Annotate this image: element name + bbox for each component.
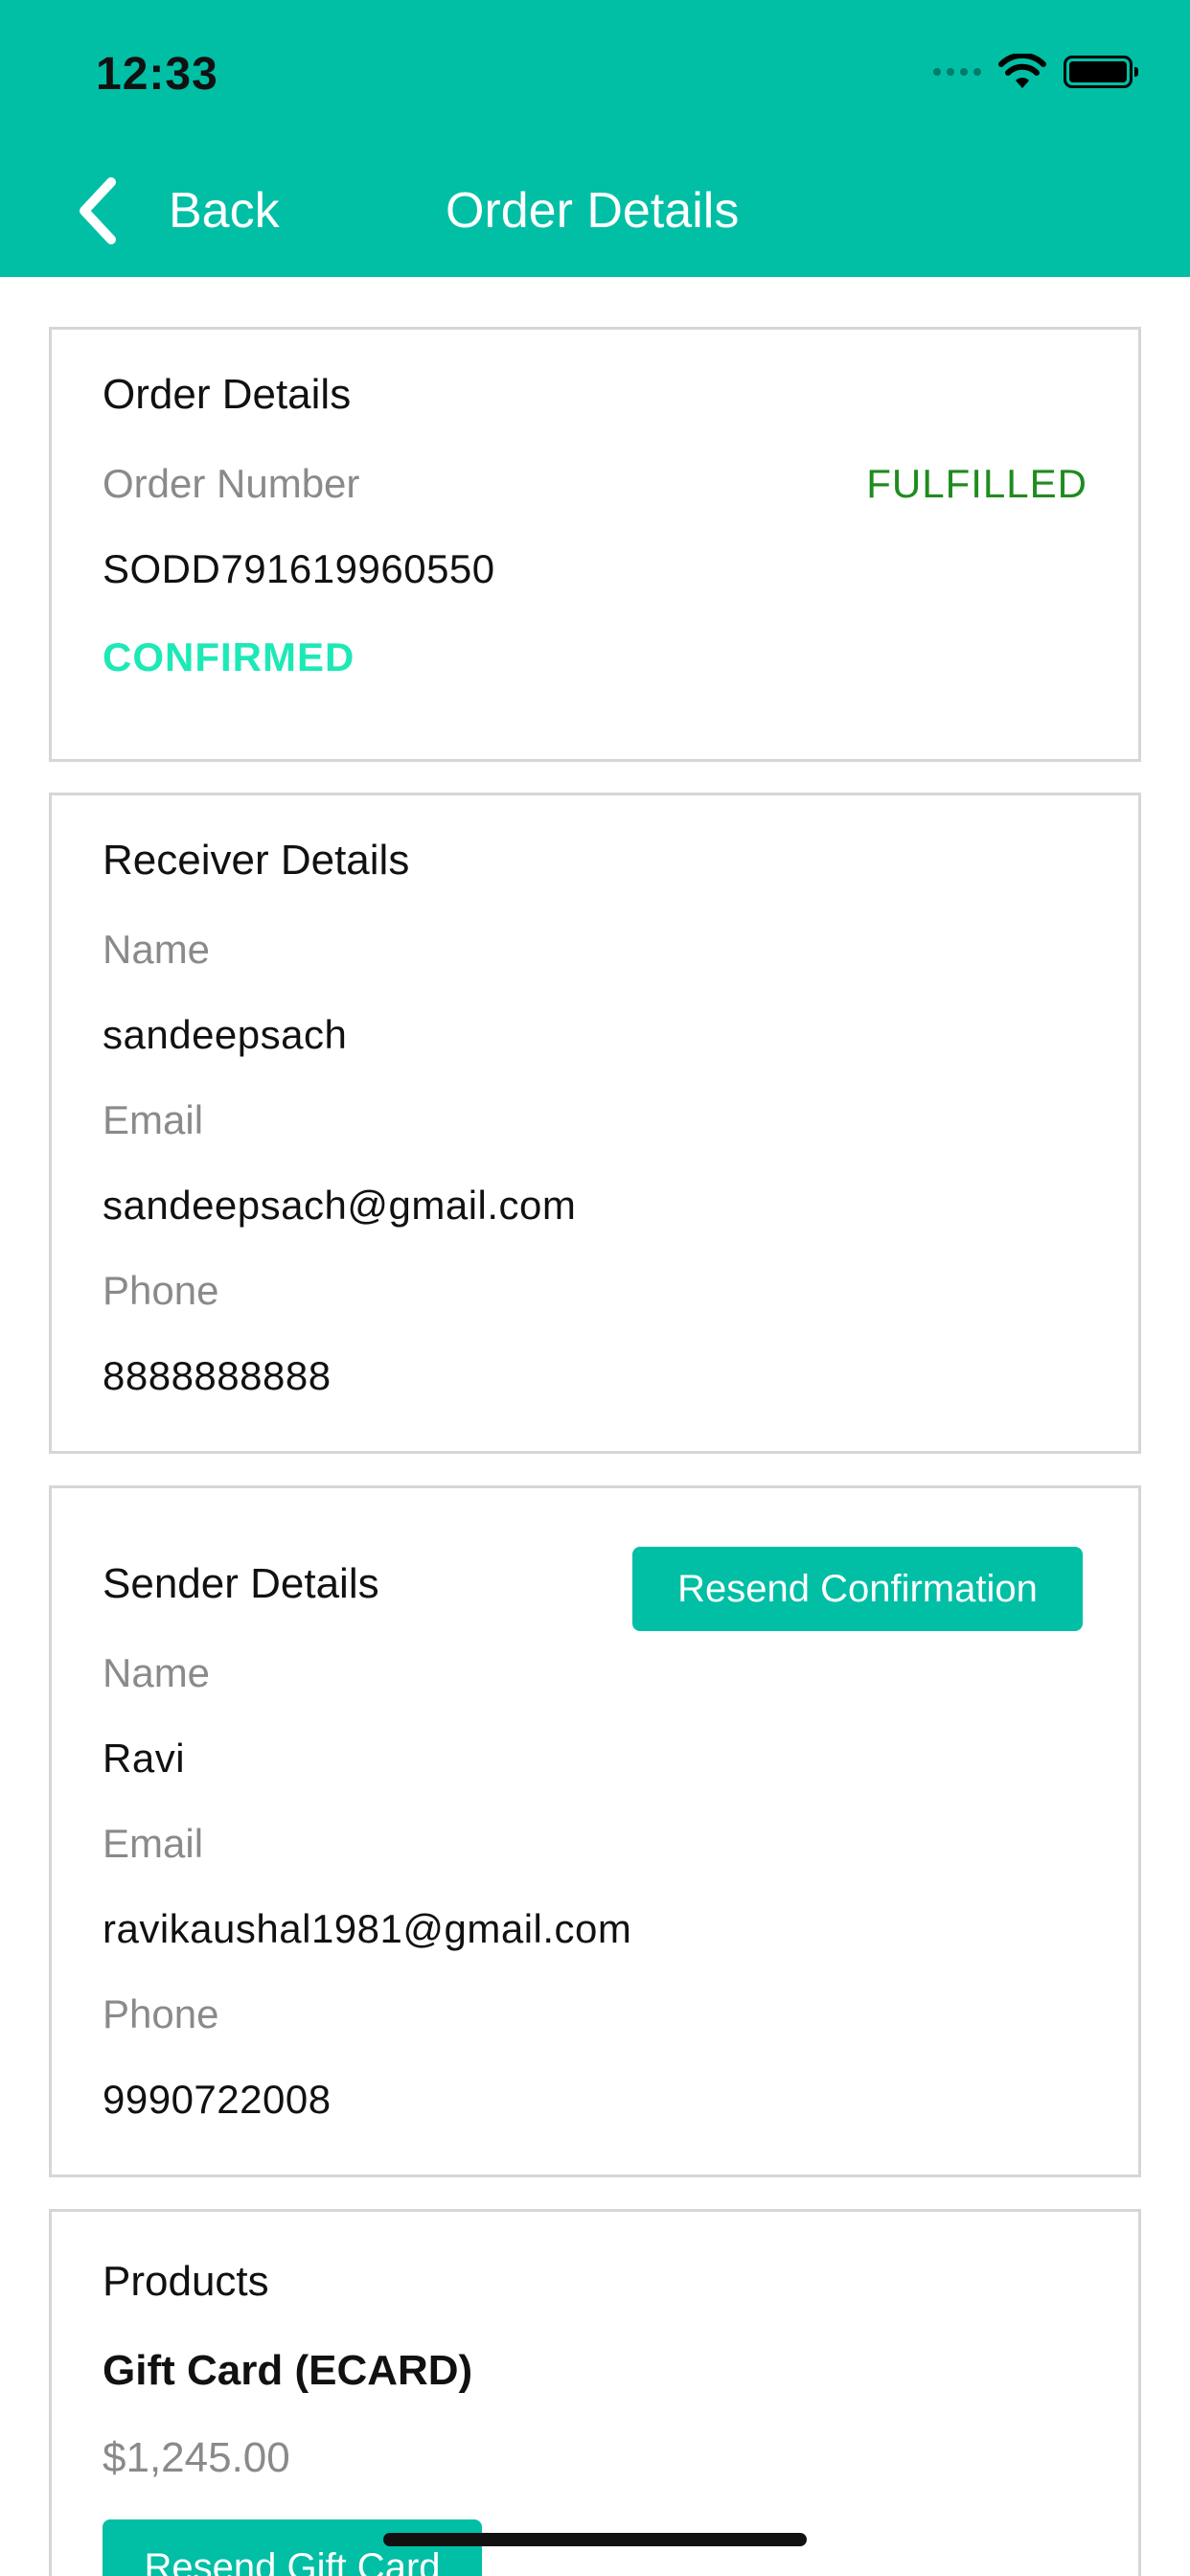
sender-phone-label: Phone [103,1991,219,2036]
sender-email-label: Email [103,1821,204,1866]
chevron-left-icon [80,177,116,244]
wifi-icon [998,54,1046,88]
back-label: Back [169,183,280,239]
product-price: $1,245.00 [103,2434,290,2481]
cellular-signal-icon [933,68,981,76]
sender-details-card: Sender Details Resend Confirmation Name … [49,1485,1141,2177]
sender-details-title: Sender Details [103,1560,379,1607]
receiver-details-title: Receiver Details [103,837,410,884]
resend-confirmation-button[interactable]: Resend Confirmation [632,1547,1083,1631]
sender-email-value: ravikaushal1981@gmail.com [103,1906,632,1951]
product-name: Gift Card (ECARD) [103,2347,473,2394]
page-title: Order Details [446,183,740,239]
products-card: Products Gift Card (ECARD) $1,245.00 Res… [49,2209,1141,2576]
confirmation-status: CONFIRMED [103,634,355,679]
receiver-phone-value: 8888888888 [103,1353,332,1398]
sender-phone-value: 9990722008 [103,2077,332,2122]
home-indicator [383,2533,807,2546]
order-number-label: Order Number [103,461,360,506]
receiver-name-label: Name [103,927,211,972]
sender-name-value: Ravi [103,1736,186,1781]
sender-name-label: Name [103,1650,211,1695]
receiver-email-value: sandeepsach@gmail.com [103,1183,577,1228]
receiver-name-value: sandeepsach [103,1012,348,1057]
resend-gift-card-button[interactable]: Resend Gift Card [103,2519,482,2576]
status-icons [933,54,1138,90]
battery-icon [1064,56,1138,88]
receiver-phone-label: Phone [103,1268,219,1313]
order-number-value: SODD791619960550 [103,546,495,591]
receiver-email-label: Email [103,1097,204,1142]
order-details-card: Order Details Order Number FULFILLED SOD… [49,327,1141,762]
status-time: 12:33 [96,49,218,100]
products-title: Products [103,2258,269,2305]
order-details-title: Order Details [103,371,352,418]
navigation-header: 12:33 Back Order Details [0,0,1190,277]
back-button[interactable]: Back [73,172,280,249]
receiver-details-card: Receiver Details Name sandeepsach Email … [49,793,1141,1454]
fulfillment-status: FULFILLED [866,461,1087,506]
